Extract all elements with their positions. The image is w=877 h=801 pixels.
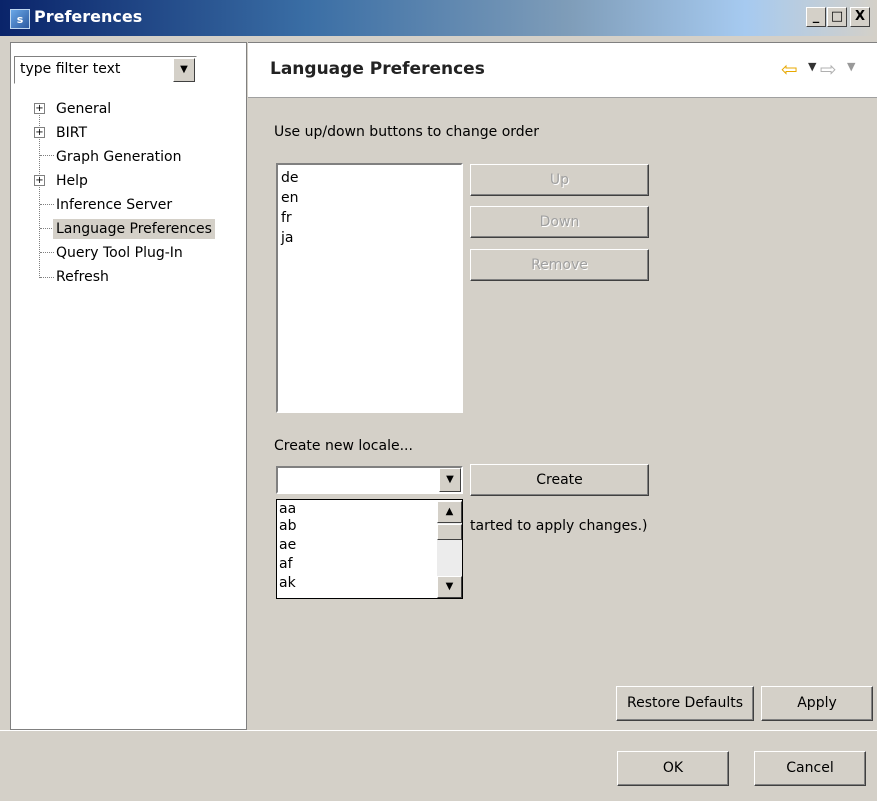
locale-dropdown-list[interactable]: aa ab ae af ak ▲ ▼ bbox=[276, 499, 463, 599]
window-title: Preferences bbox=[34, 7, 143, 26]
expand-plus-icon[interactable]: + bbox=[34, 175, 45, 186]
create-locale-label: Create new locale... bbox=[274, 438, 413, 454]
chevron-down-icon[interactable]: ▼ bbox=[439, 468, 461, 492]
scroll-down-icon[interactable]: ▼ bbox=[437, 576, 462, 598]
cancel-button[interactable]: Cancel bbox=[754, 751, 866, 786]
locale-combo[interactable]: ▼ bbox=[276, 466, 463, 494]
language-order-list[interactable]: de en fr ja bbox=[276, 163, 463, 413]
filter-combo[interactable]: type filter text ▼ bbox=[14, 56, 197, 84]
preference-tree-panel: type filter text ▼ General + BIRT + Grap… bbox=[10, 42, 247, 730]
tree-item-label: Refresh bbox=[56, 269, 109, 285]
tree-item-label: Language Preferences bbox=[53, 219, 215, 239]
list-item[interactable]: ja bbox=[281, 228, 461, 248]
up-button[interactable]: Up bbox=[470, 164, 649, 196]
tree-connector-line bbox=[40, 228, 54, 229]
apply-button[interactable]: Apply bbox=[761, 686, 873, 721]
maximize-button[interactable]: □ bbox=[827, 7, 847, 27]
page-header: Language Preferences ⇦ ▼ ⇨ ▼ bbox=[248, 43, 877, 98]
expand-plus-icon[interactable]: + bbox=[34, 127, 45, 138]
create-button[interactable]: Create bbox=[470, 464, 649, 496]
preference-page: Language Preferences ⇦ ▼ ⇨ ▼ Use up/down… bbox=[248, 42, 877, 730]
scrollbar-thumb[interactable] bbox=[437, 524, 462, 540]
forward-arrow-icon[interactable]: ⇨ bbox=[820, 57, 837, 81]
chevron-down-icon[interactable]: ▼ bbox=[808, 60, 816, 73]
remove-button[interactable]: Remove bbox=[470, 249, 649, 281]
restart-note: tarted to apply changes.) bbox=[470, 518, 648, 534]
tree-connector-line bbox=[40, 155, 54, 156]
chevron-down-icon[interactable]: ▼ bbox=[173, 58, 195, 82]
instructions-label: Use up/down buttons to change order bbox=[274, 124, 540, 140]
list-item[interactable]: af bbox=[279, 556, 293, 572]
chevron-down-icon[interactable]: ▼ bbox=[847, 60, 855, 73]
back-arrow-icon[interactable]: ⇦ bbox=[781, 57, 798, 81]
minimize-button[interactable]: _ bbox=[806, 7, 826, 27]
ok-button[interactable]: OK bbox=[617, 751, 729, 786]
tree-item-label: Inference Server bbox=[56, 197, 173, 213]
scrollbar[interactable]: ▲ ▼ bbox=[437, 501, 462, 598]
list-item[interactable]: ak bbox=[279, 575, 296, 591]
down-button[interactable]: Down bbox=[470, 206, 649, 238]
page-title: Language Preferences bbox=[270, 59, 485, 79]
scroll-up-icon[interactable]: ▲ bbox=[437, 501, 462, 523]
title-bar: s Preferences _ □ X bbox=[0, 0, 877, 36]
list-item[interactable]: en bbox=[281, 188, 461, 208]
filter-text[interactable]: type filter text bbox=[20, 61, 120, 77]
close-button[interactable]: X bbox=[850, 7, 870, 27]
list-item[interactable]: aa bbox=[279, 501, 296, 517]
dialog-button-bar: OK Cancel bbox=[0, 730, 877, 801]
list-item[interactable]: fr bbox=[281, 208, 461, 228]
tree-connector-line bbox=[40, 277, 54, 278]
expand-plus-icon[interactable]: + bbox=[34, 103, 45, 114]
tree-item-label: Query Tool Plug-In bbox=[56, 245, 183, 261]
tree-item-label: Help bbox=[56, 173, 88, 189]
app-icon: s bbox=[10, 9, 30, 29]
tree-connector-line bbox=[40, 204, 54, 205]
tree-item-label: General bbox=[56, 101, 112, 117]
restore-defaults-button[interactable]: Restore Defaults bbox=[616, 686, 754, 721]
tree-connector-line bbox=[40, 252, 54, 253]
list-item[interactable]: de bbox=[281, 168, 461, 188]
tree-item-label: BIRT bbox=[56, 125, 87, 141]
list-item[interactable]: ae bbox=[279, 537, 296, 553]
tree-item-label: Graph Generation bbox=[56, 149, 182, 165]
list-item[interactable]: ab bbox=[279, 518, 296, 534]
